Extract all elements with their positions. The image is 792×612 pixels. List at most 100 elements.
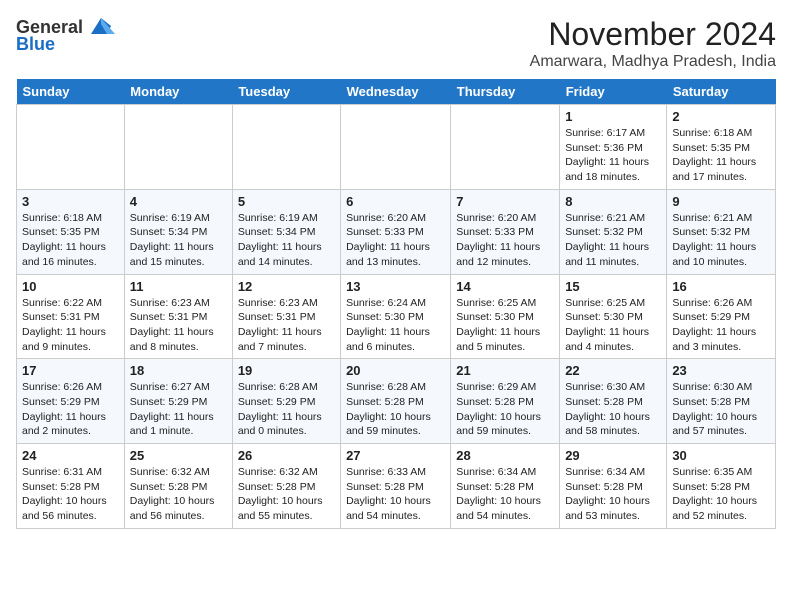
calendar-cell: 26 Sunrise: 6:32 AM Sunset: 5:28 PM Dayli… (232, 444, 340, 529)
day-number: 25 (130, 448, 227, 463)
calendar-week-row: 1 Sunrise: 6:17 AM Sunset: 5:36 PM Daylig… (17, 105, 776, 190)
day-number: 6 (346, 194, 445, 209)
day-info: Sunrise: 6:32 AM Sunset: 5:28 PM Dayligh… (238, 465, 335, 524)
calendar-cell: 15 Sunrise: 6:25 AM Sunset: 5:30 PM Dayli… (560, 274, 667, 359)
calendar-cell: 19 Sunrise: 6:28 AM Sunset: 5:29 PM Dayli… (232, 359, 340, 444)
day-info: Sunrise: 6:20 AM Sunset: 5:33 PM Dayligh… (346, 211, 445, 270)
day-number: 8 (565, 194, 661, 209)
day-header-tuesday: Tuesday (232, 79, 340, 105)
calendar-cell: 24 Sunrise: 6:31 AM Sunset: 5:28 PM Dayli… (17, 444, 125, 529)
calendar-week-row: 17 Sunrise: 6:26 AM Sunset: 5:29 PM Dayli… (17, 359, 776, 444)
day-header-wednesday: Wednesday (341, 79, 451, 105)
calendar-cell: 11 Sunrise: 6:23 AM Sunset: 5:31 PM Dayli… (124, 274, 232, 359)
day-header-friday: Friday (560, 79, 667, 105)
calendar-cell: 30 Sunrise: 6:35 AM Sunset: 5:28 PM Dayli… (667, 444, 776, 529)
logo-blue-text: Blue (16, 34, 55, 55)
logo: General Blue (16, 16, 115, 55)
calendar-cell (341, 105, 451, 190)
day-info: Sunrise: 6:30 AM Sunset: 5:28 PM Dayligh… (565, 380, 661, 439)
day-number: 1 (565, 109, 661, 124)
calendar-cell: 18 Sunrise: 6:27 AM Sunset: 5:29 PM Dayli… (124, 359, 232, 444)
calendar-cell (124, 105, 232, 190)
calendar-cell: 16 Sunrise: 6:26 AM Sunset: 5:29 PM Dayli… (667, 274, 776, 359)
calendar-cell: 8 Sunrise: 6:21 AM Sunset: 5:32 PM Daylig… (560, 189, 667, 274)
day-number: 7 (456, 194, 554, 209)
title-area: November 2024 Amarwara, Madhya Pradesh, … (530, 16, 776, 71)
calendar-cell: 5 Sunrise: 6:19 AM Sunset: 5:34 PM Daylig… (232, 189, 340, 274)
calendar-cell: 17 Sunrise: 6:26 AM Sunset: 5:29 PM Dayli… (17, 359, 125, 444)
day-number: 16 (672, 279, 770, 294)
day-number: 17 (22, 363, 119, 378)
day-info: Sunrise: 6:34 AM Sunset: 5:28 PM Dayligh… (456, 465, 554, 524)
day-info: Sunrise: 6:19 AM Sunset: 5:34 PM Dayligh… (238, 211, 335, 270)
calendar-week-row: 10 Sunrise: 6:22 AM Sunset: 5:31 PM Dayli… (17, 274, 776, 359)
calendar-cell: 7Sunrise: 6:20 AM Sunset: 5:33 PM Daylig… (451, 189, 560, 274)
calendar-cell: 25 Sunrise: 6:32 AM Sunset: 5:28 PM Dayli… (124, 444, 232, 529)
calendar-cell: 29Sunrise: 6:34 AM Sunset: 5:28 PM Dayli… (560, 444, 667, 529)
calendar-cell: 10 Sunrise: 6:22 AM Sunset: 5:31 PM Dayli… (17, 274, 125, 359)
day-number: 11 (130, 279, 227, 294)
day-number: 19 (238, 363, 335, 378)
calendar-cell: 12 Sunrise: 6:23 AM Sunset: 5:31 PM Dayli… (232, 274, 340, 359)
day-number: 24 (22, 448, 119, 463)
day-number: 5 (238, 194, 335, 209)
day-info: Sunrise: 6:34 AM Sunset: 5:28 PM Dayligh… (565, 465, 661, 524)
calendar-cell: 21Sunrise: 6:29 AM Sunset: 5:28 PM Dayli… (451, 359, 560, 444)
day-info: Sunrise: 6:17 AM Sunset: 5:36 PM Dayligh… (565, 126, 661, 185)
calendar-cell: 20Sunrise: 6:28 AM Sunset: 5:28 PM Dayli… (341, 359, 451, 444)
day-info: Sunrise: 6:28 AM Sunset: 5:28 PM Dayligh… (346, 380, 445, 439)
calendar-cell: 2Sunrise: 6:18 AM Sunset: 5:35 PM Daylig… (667, 105, 776, 190)
day-number: 22 (565, 363, 661, 378)
day-number: 10 (22, 279, 119, 294)
day-number: 30 (672, 448, 770, 463)
day-number: 28 (456, 448, 554, 463)
day-info: Sunrise: 6:33 AM Sunset: 5:28 PM Dayligh… (346, 465, 445, 524)
day-info: Sunrise: 6:27 AM Sunset: 5:29 PM Dayligh… (130, 380, 227, 439)
day-number: 15 (565, 279, 661, 294)
day-number: 27 (346, 448, 445, 463)
day-info: Sunrise: 6:18 AM Sunset: 5:35 PM Dayligh… (22, 211, 119, 270)
calendar-cell: 28 Sunrise: 6:34 AM Sunset: 5:28 PM Dayli… (451, 444, 560, 529)
calendar-week-row: 3 Sunrise: 6:18 AM Sunset: 5:35 PM Daylig… (17, 189, 776, 274)
calendar-cell (232, 105, 340, 190)
logo-icon (87, 16, 115, 38)
calendar-header-row: SundayMondayTuesdayWednesdayThursdayFrid… (17, 79, 776, 105)
day-info: Sunrise: 6:22 AM Sunset: 5:31 PM Dayligh… (22, 296, 119, 355)
day-info: Sunrise: 6:26 AM Sunset: 5:29 PM Dayligh… (672, 296, 770, 355)
day-info: Sunrise: 6:23 AM Sunset: 5:31 PM Dayligh… (238, 296, 335, 355)
calendar-cell: 4 Sunrise: 6:19 AM Sunset: 5:34 PM Daylig… (124, 189, 232, 274)
day-number: 4 (130, 194, 227, 209)
day-header-sunday: Sunday (17, 79, 125, 105)
location-title: Amarwara, Madhya Pradesh, India (530, 53, 776, 71)
day-number: 14 (456, 279, 554, 294)
day-header-thursday: Thursday (451, 79, 560, 105)
day-info: Sunrise: 6:26 AM Sunset: 5:29 PM Dayligh… (22, 380, 119, 439)
calendar-cell (451, 105, 560, 190)
day-info: Sunrise: 6:21 AM Sunset: 5:32 PM Dayligh… (565, 211, 661, 270)
day-info: Sunrise: 6:28 AM Sunset: 5:29 PM Dayligh… (238, 380, 335, 439)
day-info: Sunrise: 6:29 AM Sunset: 5:28 PM Dayligh… (456, 380, 554, 439)
header: General Blue November 2024 Amarwara, Mad… (16, 16, 776, 71)
calendar-cell: 27 Sunrise: 6:33 AM Sunset: 5:28 PM Dayli… (341, 444, 451, 529)
calendar-cell: 6 Sunrise: 6:20 AM Sunset: 5:33 PM Daylig… (341, 189, 451, 274)
day-info: Sunrise: 6:25 AM Sunset: 5:30 PM Dayligh… (456, 296, 554, 355)
day-info: Sunrise: 6:18 AM Sunset: 5:35 PM Dayligh… (672, 126, 770, 185)
calendar-table: SundayMondayTuesdayWednesdayThursdayFrid… (16, 79, 776, 529)
calendar-cell (17, 105, 125, 190)
day-info: Sunrise: 6:23 AM Sunset: 5:31 PM Dayligh… (130, 296, 227, 355)
calendar-cell: 22 Sunrise: 6:30 AM Sunset: 5:28 PM Dayli… (560, 359, 667, 444)
day-number: 12 (238, 279, 335, 294)
day-header-saturday: Saturday (667, 79, 776, 105)
day-number: 3 (22, 194, 119, 209)
calendar-cell: 14 Sunrise: 6:25 AM Sunset: 5:30 PM Dayli… (451, 274, 560, 359)
day-number: 26 (238, 448, 335, 463)
day-info: Sunrise: 6:19 AM Sunset: 5:34 PM Dayligh… (130, 211, 227, 270)
day-info: Sunrise: 6:35 AM Sunset: 5:28 PM Dayligh… (672, 465, 770, 524)
day-number: 18 (130, 363, 227, 378)
day-info: Sunrise: 6:32 AM Sunset: 5:28 PM Dayligh… (130, 465, 227, 524)
day-number: 23 (672, 363, 770, 378)
month-title: November 2024 (530, 16, 776, 53)
day-info: Sunrise: 6:25 AM Sunset: 5:30 PM Dayligh… (565, 296, 661, 355)
day-number: 9 (672, 194, 770, 209)
day-info: Sunrise: 6:31 AM Sunset: 5:28 PM Dayligh… (22, 465, 119, 524)
